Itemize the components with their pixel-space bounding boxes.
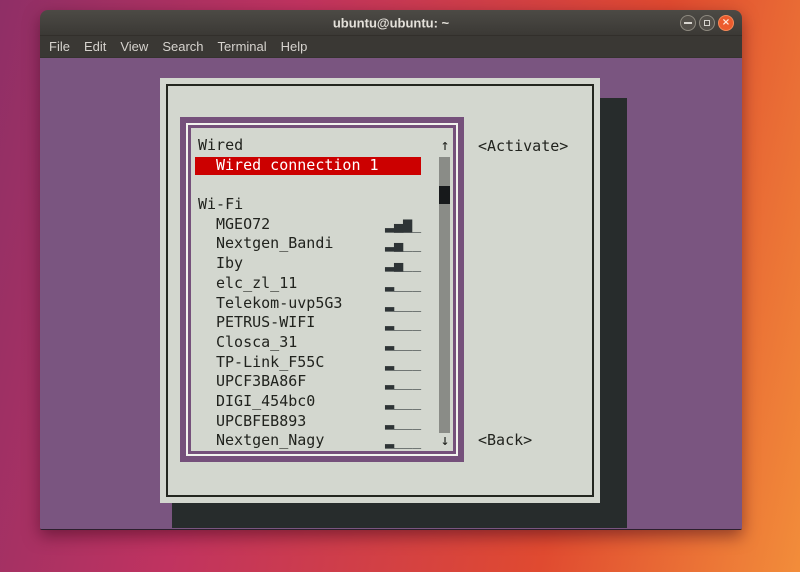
network-row[interactable]: MGEO72 ▂▄▆_ — [191, 215, 437, 235]
signal-strength-icon: ▂___ — [385, 333, 421, 353]
nmtui-dialog: WiredWired connection 1Wi-FiMGEO72▂▄▆_Ne… — [160, 78, 600, 503]
maximize-icon — [704, 20, 710, 26]
network-name: MGEO72 — [216, 215, 270, 235]
network-name: Iby — [216, 254, 243, 274]
network-name: elc_zl_11 — [216, 274, 297, 294]
network-name: Closca_31 — [216, 333, 297, 353]
minimize-icon — [684, 22, 692, 24]
network-row[interactable]: elc_zl_11 ▂___ — [191, 274, 437, 294]
signal-strength-icon: ▂___ — [385, 392, 421, 412]
menu-item-help[interactable]: Help — [274, 37, 315, 56]
menu-item-view[interactable]: View — [113, 37, 155, 56]
close-button[interactable]: × — [718, 15, 734, 31]
network-name: UPCF3BA86F — [216, 372, 306, 392]
network-row[interactable]: Closca_31 ▂___ — [191, 333, 437, 353]
network-section-header: Wired — [191, 136, 437, 156]
signal-strength-icon: ▂___ — [385, 431, 421, 451]
list-spacer — [191, 175, 437, 195]
activate-button[interactable]: <Activate> — [478, 137, 568, 157]
network-row[interactable]: DIGI_454bc0 ▂___ — [191, 392, 437, 412]
menu-item-edit[interactable]: Edit — [77, 37, 113, 56]
network-row[interactable]: Nextgen_Bandi ▂▄__ — [191, 234, 437, 254]
network-name: Wired connection 1 — [216, 156, 379, 176]
minimize-button[interactable] — [680, 15, 696, 31]
window-title: ubuntu@ubuntu: ~ — [333, 15, 449, 30]
terminal-window: ubuntu@ubuntu: ~ × FileEditViewSearchTer… — [40, 10, 742, 530]
signal-strength-icon: ▂___ — [385, 274, 421, 294]
signal-strength-icon: ▂▄__ — [385, 254, 421, 274]
network-row[interactable]: PETRUS-WIFI ▂___ — [191, 313, 437, 333]
network-name: Telekom-uvp5G3 — [216, 294, 342, 314]
network-row[interactable]: Wired connection 1 — [191, 156, 437, 176]
maximize-button[interactable] — [699, 15, 715, 31]
network-name: UPCBFEB893 — [216, 412, 306, 432]
network-name: Nextgen_Bandi — [216, 234, 333, 254]
network-listbox: WiredWired connection 1Wi-FiMGEO72▂▄▆_Ne… — [180, 117, 464, 462]
network-name: Wired — [198, 136, 243, 156]
network-listbox-highlight: WiredWired connection 1Wi-FiMGEO72▂▄▆_Ne… — [186, 123, 458, 456]
network-row[interactable]: Telekom-uvp5G3 ▂___ — [191, 294, 437, 314]
window-controls: × — [680, 15, 734, 31]
menu-item-terminal[interactable]: Terminal — [211, 37, 274, 56]
signal-strength-icon: ▂___ — [385, 372, 421, 392]
menu-item-file[interactable]: File — [42, 37, 77, 56]
scrollbar[interactable]: ↑ ↓ — [437, 136, 453, 451]
network-row[interactable]: Iby ▂▄__ — [191, 254, 437, 274]
scroll-down-icon[interactable]: ↓ — [437, 431, 453, 451]
signal-strength-icon: ▂___ — [385, 412, 421, 432]
menu-item-search[interactable]: Search — [155, 37, 210, 56]
network-name: Wi-Fi — [198, 195, 243, 215]
network-row[interactable]: Nextgen_Nagy ▂___ — [191, 431, 437, 451]
network-row[interactable]: UPCBFEB893 ▂___ — [191, 412, 437, 432]
network-name: PETRUS-WIFI — [216, 313, 315, 333]
signal-strength-icon: ▂▄▆_ — [385, 215, 421, 235]
close-icon: × — [722, 18, 730, 28]
signal-strength-icon: ▂___ — [385, 294, 421, 314]
network-list: WiredWired connection 1Wi-FiMGEO72▂▄▆_Ne… — [188, 125, 456, 454]
terminal-content: WiredWired connection 1Wi-FiMGEO72▂▄▆_Ne… — [40, 58, 742, 530]
scrollbar-thumb[interactable] — [439, 186, 450, 204]
network-section-header: Wi-Fi — [191, 195, 437, 215]
network-rows: WiredWired connection 1Wi-FiMGEO72▂▄▆_Ne… — [191, 136, 437, 451]
network-row[interactable]: TP-Link_F55C ▂___ — [191, 353, 437, 373]
scroll-up-icon[interactable]: ↑ — [437, 136, 453, 156]
titlebar[interactable]: ubuntu@ubuntu: ~ × — [40, 10, 742, 36]
wallpaper: ubuntu@ubuntu: ~ × FileEditViewSearchTer… — [0, 0, 800, 572]
back-button[interactable]: <Back> — [478, 431, 532, 451]
network-name: DIGI_454bc0 — [216, 392, 315, 412]
network-name: Nextgen_Nagy — [216, 431, 324, 451]
signal-strength-icon: ▂___ — [385, 353, 421, 373]
menubar: FileEditViewSearchTerminalHelp — [40, 36, 742, 58]
signal-strength-icon: ▂▄__ — [385, 234, 421, 254]
network-name: TP-Link_F55C — [216, 353, 324, 373]
network-row[interactable]: UPCF3BA86F ▂___ — [191, 372, 437, 392]
signal-strength-icon: ▂___ — [385, 313, 421, 333]
